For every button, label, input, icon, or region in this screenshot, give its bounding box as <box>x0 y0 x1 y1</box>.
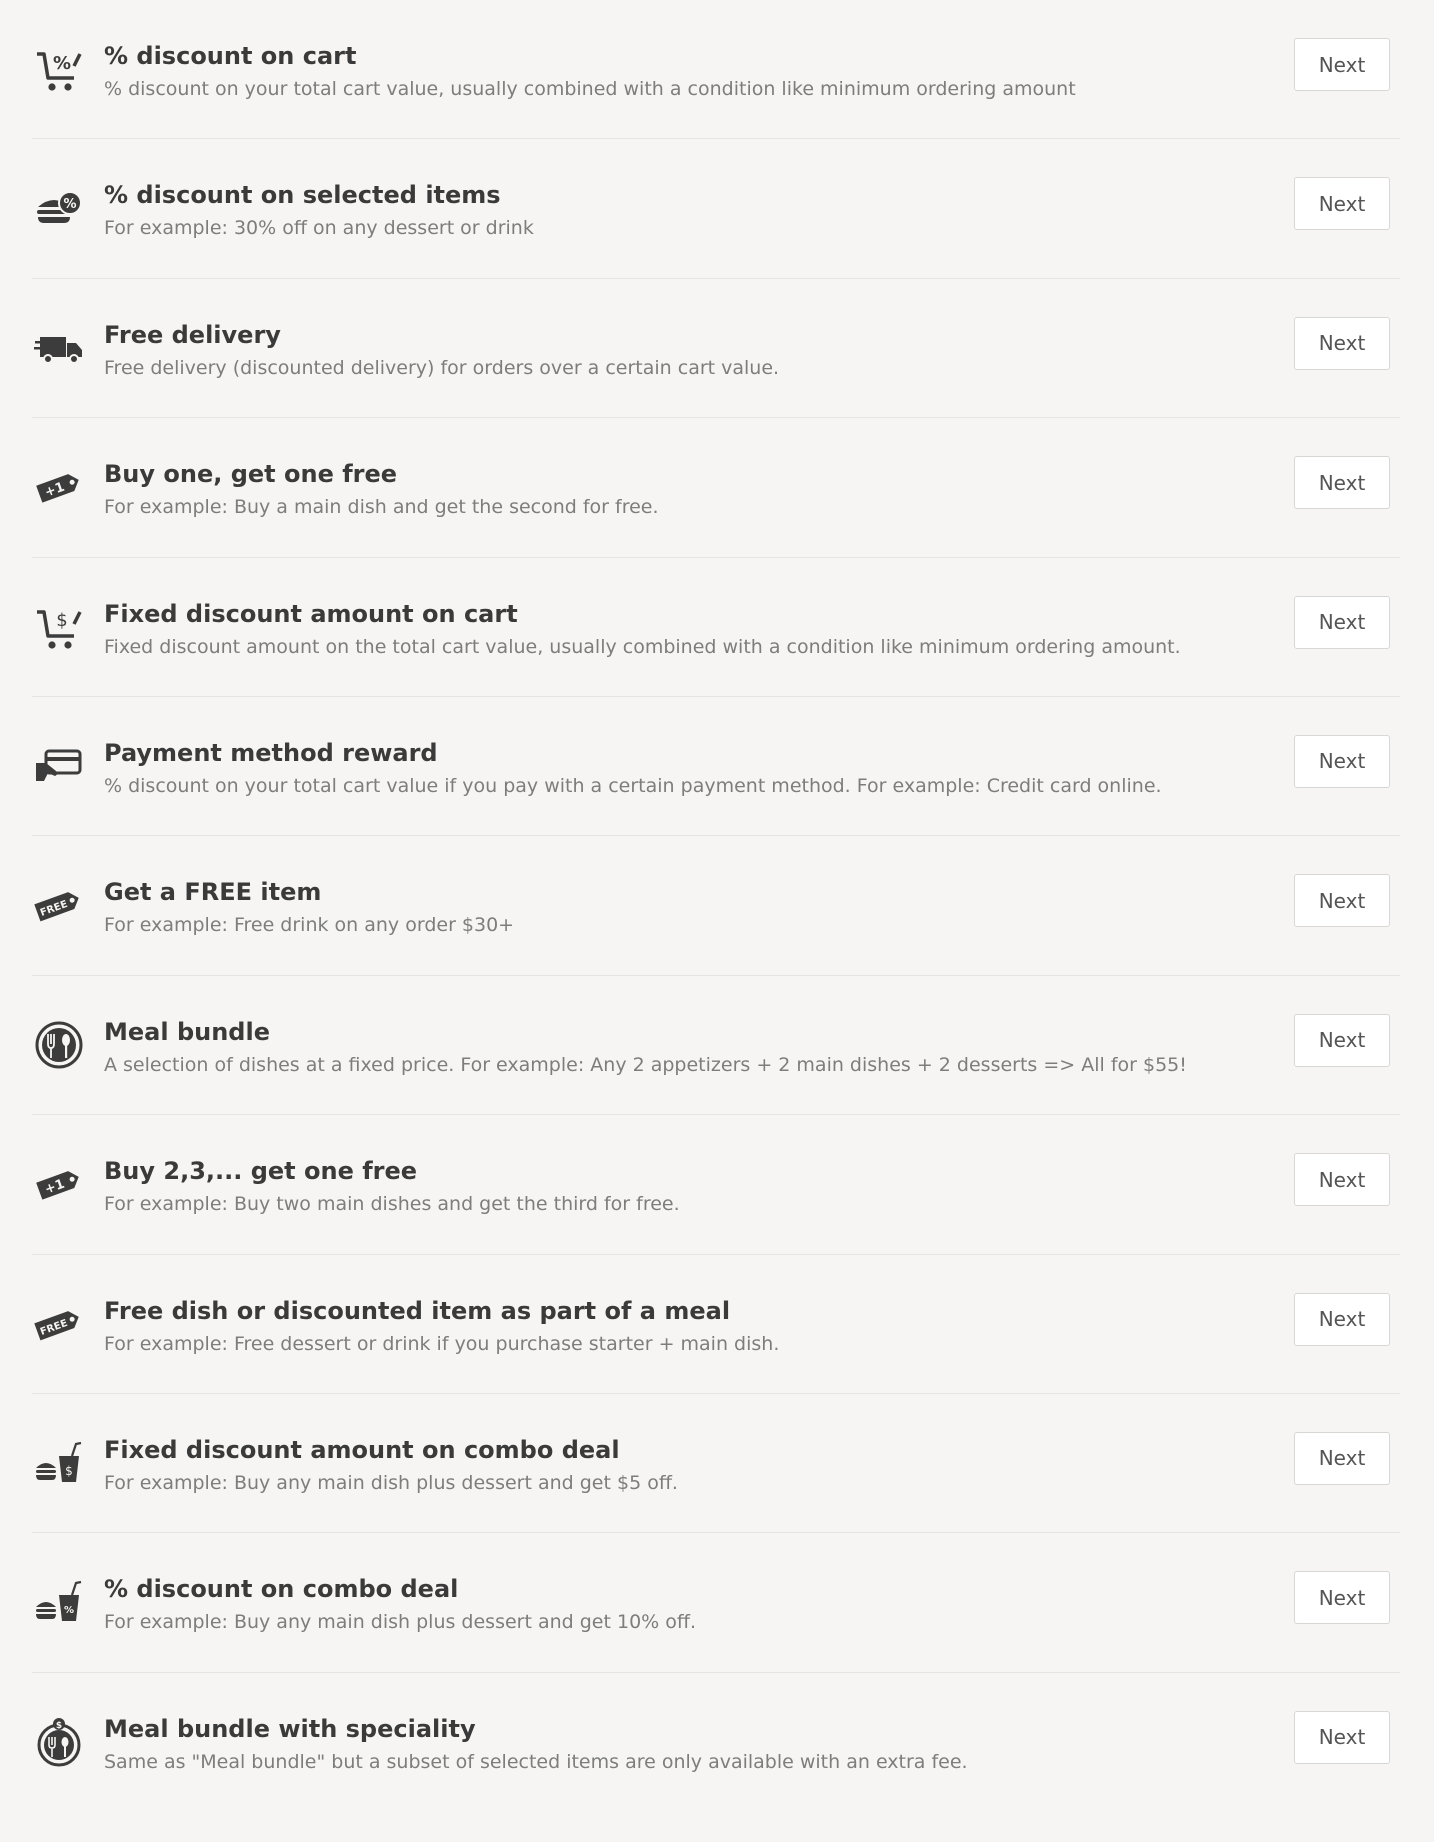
next-button[interactable]: Next <box>1294 1431 1390 1485</box>
promotion-title: Payment method reward <box>104 738 438 767</box>
next-button[interactable]: Next <box>1294 1710 1390 1764</box>
promotion-row-12: % % discount on combo deal For example: … <box>32 1533 1400 1673</box>
plus-one-tag-icon: +1 <box>32 1157 86 1211</box>
svg-text:$: $ <box>56 610 67 631</box>
promotion-row-6: Payment method reward % discount on your… <box>32 697 1400 837</box>
promotion-text: Free delivery Free delivery (discounted … <box>104 319 1284 381</box>
next-button[interactable]: Next <box>1294 316 1390 370</box>
promotion-description: Fixed discount amount on the total cart … <box>104 635 1181 658</box>
promotion-description: % discount on your total cart value if y… <box>104 774 1162 797</box>
promotion-title: % discount on selected items <box>104 181 501 210</box>
svg-text:$: $ <box>65 1464 73 1478</box>
svg-text:$: $ <box>56 1721 62 1731</box>
promotion-description: For example: Free dessert or drink if yo… <box>104 1332 780 1355</box>
next-button[interactable]: Next <box>1294 734 1390 788</box>
free-tag-icon: FREE <box>32 878 86 932</box>
promotion-title: Meal bundle <box>104 1017 270 1046</box>
next-button[interactable]: Next <box>1294 1292 1390 1346</box>
svg-text:%: % <box>63 197 76 212</box>
promotion-title: Meal bundle with speciality <box>104 1714 476 1743</box>
next-button[interactable]: Next <box>1294 1013 1390 1067</box>
promotion-description: For example: 30% off on any dessert or d… <box>104 217 534 240</box>
free-tag-icon: FREE <box>32 1297 86 1351</box>
percent-cart-icon: % <box>32 42 86 96</box>
promotion-row-8: Meal bundle A selection of dishes at a f… <box>32 976 1400 1116</box>
svg-text:%: % <box>64 1605 74 1616</box>
promotion-text: % discount on selected items For example… <box>104 179 1284 241</box>
promotion-title: Fixed discount amount on cart <box>104 599 518 628</box>
promotion-text: Fixed discount amount on cart Fixed disc… <box>104 598 1284 660</box>
promotion-row-3: Free delivery Free delivery (discounted … <box>32 279 1400 419</box>
promotion-description: Same as "Meal bundle" but a subset of se… <box>104 1750 968 1773</box>
promotion-row-5: $ Fixed discount amount on cart Fixed di… <box>32 558 1400 697</box>
promotion-row-4: +1 Buy one, get one free For example: Bu… <box>32 418 1400 558</box>
next-button[interactable]: Next <box>1294 177 1390 231</box>
svg-text:%: % <box>53 53 71 74</box>
combo-dollar-icon: $ <box>32 1436 86 1490</box>
promotion-text: Get a FREE item For example: Free drink … <box>104 876 1284 938</box>
promotion-title: Get a FREE item <box>104 878 322 907</box>
promotion-description: A selection of dishes at a fixed price. … <box>104 1053 1187 1076</box>
promotion-description: For example: Free drink on any order $30… <box>104 914 515 937</box>
combo-percent-icon: % <box>32 1575 86 1629</box>
next-button[interactable]: Next <box>1294 595 1390 649</box>
promotion-row-7: FREE Get a FREE item For example: Free d… <box>32 836 1400 976</box>
promotion-text: % discount on cart % discount on your to… <box>104 40 1284 102</box>
promotion-type-list: % % discount on cart % discount on your … <box>32 0 1400 1812</box>
promotion-title: % discount on combo deal <box>104 1575 459 1604</box>
promotion-description: Free delivery (discounted delivery) for … <box>104 356 780 379</box>
promotion-title: Free dish or discounted item as part of … <box>104 1296 731 1325</box>
promotion-row-9: +1 Buy 2,3,... get one free For example:… <box>32 1115 1400 1255</box>
next-button[interactable]: Next <box>1294 456 1390 510</box>
plus-one-tag-icon: +1 <box>32 460 86 514</box>
promotion-description: For example: Buy any main dish plus dess… <box>104 1611 697 1634</box>
promotion-text: Free dish or discounted item as part of … <box>104 1295 1284 1357</box>
promotion-title: Fixed discount amount on combo deal <box>104 1435 620 1464</box>
promotion-text: Buy one, get one free For example: Buy a… <box>104 458 1284 520</box>
promotion-row-2: % % discount on selected items For examp… <box>32 139 1400 279</box>
cutlery-plate-icon <box>32 1018 86 1072</box>
promotion-description: % discount on your total cart value, usu… <box>104 78 1076 100</box>
promotion-text: Payment method reward % discount on your… <box>104 737 1284 799</box>
plate-dollar-icon: $ <box>32 1715 86 1769</box>
promotion-text: Meal bundle A selection of dishes at a f… <box>104 1016 1284 1078</box>
promotion-description: For example: Buy a main dish and get the… <box>104 496 659 519</box>
next-button[interactable]: Next <box>1294 1571 1390 1625</box>
card-hand-icon <box>32 739 86 793</box>
promotion-row-13: $ Meal bundle with speciality Same as "M… <box>32 1673 1400 1812</box>
promotion-text: % discount on combo deal For example: Bu… <box>104 1573 1284 1635</box>
promotion-text: Fixed discount amount on combo deal For … <box>104 1434 1284 1496</box>
burger-percent-icon: % <box>32 181 86 235</box>
promotion-row-1: % % discount on cart % discount on your … <box>32 0 1400 140</box>
dollar-cart-icon: $ <box>32 600 86 654</box>
promotion-row-10: FREE Free dish or discounted item as par… <box>32 1255 1400 1394</box>
promotion-title: Buy one, get one free <box>104 460 398 489</box>
promotion-title: Buy 2,3,... get one free <box>104 1157 418 1186</box>
next-button[interactable]: Next <box>1294 1153 1390 1207</box>
promotion-text: Meal bundle with speciality Same as "Mea… <box>104 1713 1284 1775</box>
next-button[interactable]: Next <box>1294 38 1390 91</box>
next-button[interactable]: Next <box>1294 874 1390 928</box>
promotion-description: For example: Buy any main dish plus dess… <box>104 1471 678 1494</box>
delivery-truck-icon <box>32 321 86 375</box>
promotion-row-11: $ Fixed discount amount on combo deal Fo… <box>32 1394 1400 1534</box>
promotion-title: Free delivery <box>104 320 281 349</box>
promotion-description: For example: Buy two main dishes and get… <box>104 1193 680 1216</box>
promotion-title: % discount on cart <box>104 42 357 70</box>
promotion-text: Buy 2,3,... get one free For example: Bu… <box>104 1155 1284 1217</box>
